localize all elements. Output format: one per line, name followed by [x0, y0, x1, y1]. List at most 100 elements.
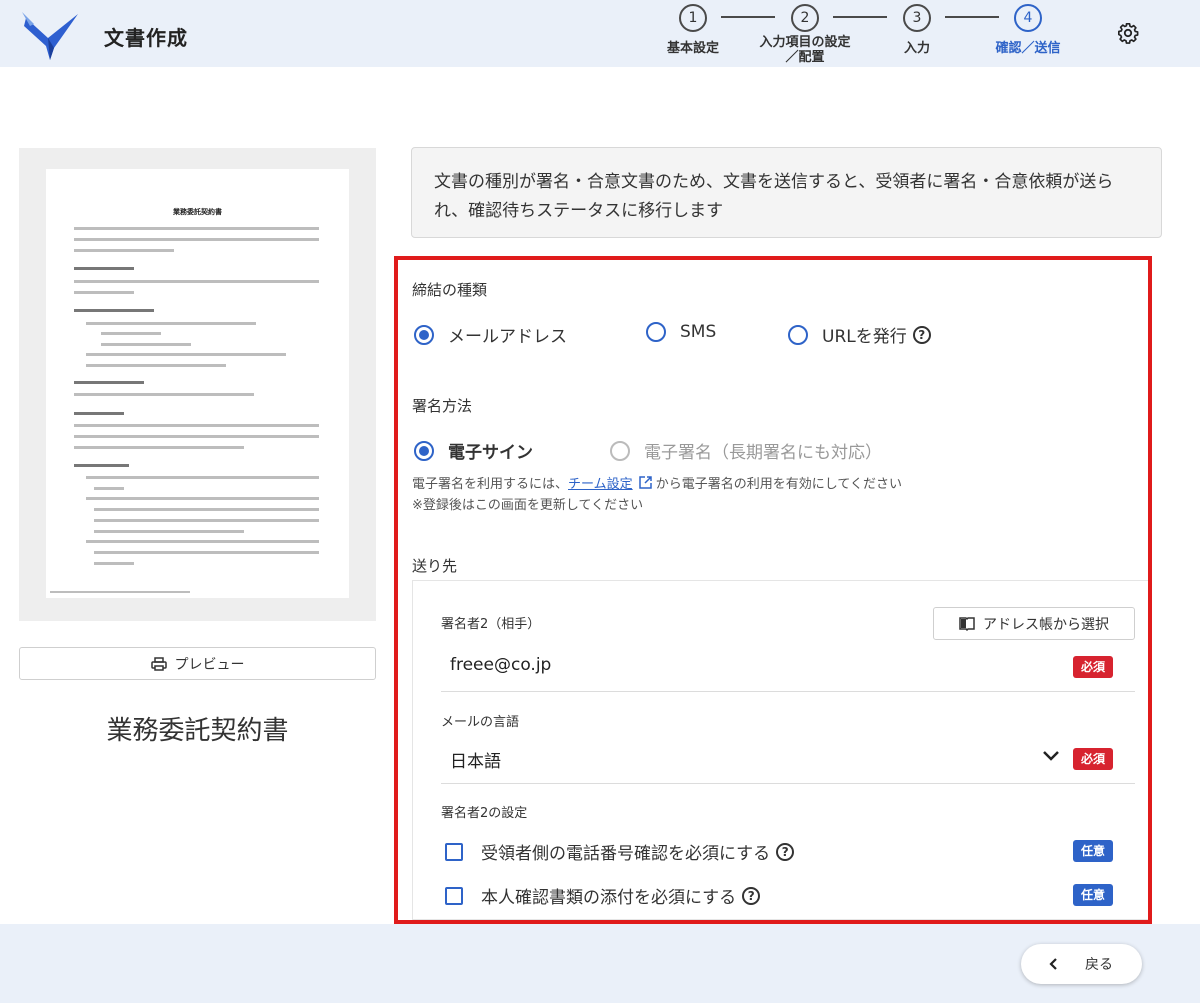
heading-line [74, 381, 144, 384]
book-icon [959, 616, 975, 631]
id-document-checkbox[interactable]: 本人確認書類の添付を必須にする ? [445, 883, 761, 908]
radio-digital-signature: 電子署名（長期署名にも対応） [610, 438, 882, 463]
step-number: 2 [791, 4, 819, 32]
language-label: メールの言語 [441, 715, 520, 730]
divider [441, 691, 1135, 692]
radio-url[interactable]: URLを発行 ? [788, 322, 931, 347]
text-line [74, 424, 319, 427]
radio-unselected-icon [646, 322, 666, 342]
optional-badge: 任意 [1073, 840, 1114, 862]
document-page-title: 業務委託契約書 [173, 208, 222, 216]
back-button[interactable]: 戻る [1021, 944, 1142, 984]
step-2[interactable]: 2 入力項目の設定 ／配置 [745, 4, 865, 65]
team-settings-link[interactable]: チーム設定 [568, 477, 633, 492]
destination-label: 送り先 [412, 557, 458, 575]
text-line [94, 530, 244, 533]
text-line [94, 562, 134, 565]
text-line [74, 238, 319, 241]
address-book-button[interactable]: アドレス帳から選択 [933, 607, 1135, 640]
heading-line [74, 267, 134, 270]
printer-icon [150, 656, 167, 671]
text-line [94, 487, 124, 490]
radio-selected-icon [414, 440, 434, 461]
step-label: 入力項目の設定 ／配置 [759, 35, 851, 65]
email-field[interactable]: freee@co.jp [450, 655, 551, 675]
heading-line [74, 464, 129, 467]
signer-label: 署名者2（相手） [441, 617, 541, 632]
heading-line [74, 309, 154, 312]
signer-settings-label: 署名者2の設定 [441, 806, 528, 821]
signature-note: 電子署名を利用するには、チーム設定 から電子署名の利用を有効にしてください ※登… [412, 474, 902, 516]
text-line [86, 364, 226, 367]
heading-line [74, 412, 124, 415]
step-number: 3 [903, 4, 931, 32]
note-text: ※登録後はこの画面を更新してください [412, 498, 644, 513]
help-icon[interactable]: ? [912, 325, 931, 344]
text-line [94, 551, 319, 554]
divider [441, 783, 1135, 784]
radio-email[interactable]: メールアドレス [414, 322, 567, 347]
radio-label: SMS [680, 322, 717, 342]
document-page: 業務委託契約書 [46, 169, 349, 598]
radio-unselected-icon [788, 324, 808, 345]
text-line [86, 322, 256, 325]
radio-label: メールアドレス [448, 327, 567, 347]
text-line [74, 291, 134, 294]
text-line [74, 227, 319, 230]
text-line [74, 446, 244, 449]
radio-label: 電子サイン [448, 443, 533, 463]
checkbox-icon [445, 842, 463, 861]
app-title: 文書作成 [104, 26, 188, 50]
chevron-left-icon [1049, 958, 1057, 970]
radio-label: 電子署名（長期署名にも対応） [644, 443, 882, 463]
signature-method-label: 署名方法 [412, 397, 473, 415]
footer-bar [0, 924, 1200, 1003]
external-link-icon [639, 476, 652, 489]
optional-badge: 任意 [1073, 884, 1114, 906]
checkbox-label: 本人確認書類の添付を必須にする [481, 888, 737, 908]
help-icon[interactable]: ? [742, 886, 761, 905]
required-badge: 必須 [1073, 748, 1114, 770]
text-line [74, 280, 319, 283]
note-text: 電子署名を利用するには、 [412, 477, 569, 492]
logo-icon [22, 12, 78, 60]
text-line [94, 519, 319, 522]
help-icon[interactable]: ? [776, 842, 795, 861]
language-select[interactable]: 日本語 [450, 747, 501, 772]
step-1[interactable]: 1 基本設定 [653, 4, 733, 56]
info-message: 文書の種別が署名・合意文書のため、文書を送信すると、受領者に署名・合意依頼が送ら… [411, 147, 1162, 238]
step-label: 入力 [903, 41, 930, 56]
step-4[interactable]: 4 確認／送信 [983, 4, 1073, 56]
text-line [74, 435, 319, 438]
step-label: 基本設定 [666, 41, 719, 56]
text-line [86, 540, 319, 543]
send-settings-panel: 締結の種類 メールアドレス SMS URLを発行 ? 署名方法 電子サイン 電子… [394, 256, 1152, 924]
required-badge: 必須 [1073, 656, 1114, 678]
text-line [74, 249, 174, 252]
radio-sms[interactable]: SMS [646, 322, 716, 342]
app-header: 文書作成 1 基本設定 2 入力項目の設定 ／配置 3 入力 4 確認／送信 [0, 0, 1200, 67]
radio-label: URLを発行 [822, 327, 907, 347]
gear-icon[interactable] [1117, 22, 1139, 44]
contract-type-label: 締結の種類 [412, 281, 488, 299]
address-book-label: アドレス帳から選択 [983, 616, 1109, 633]
checkbox-icon [445, 886, 463, 905]
preview-button[interactable]: プレビュー [19, 647, 376, 680]
preview-button-label: プレビュー [174, 656, 245, 673]
text-line [86, 476, 319, 479]
step-label: 確認／送信 [995, 41, 1061, 56]
text-line [101, 343, 191, 346]
text-line [86, 353, 286, 356]
document-title: 業務委託契約書 [106, 716, 289, 746]
step-number: 4 [1014, 4, 1042, 32]
note-text: から電子署名の利用を有効にしてください [655, 477, 903, 492]
checkbox-label: 受領者側の電話番号確認を必須にする [481, 844, 771, 864]
radio-disabled-icon [610, 440, 630, 461]
phone-verification-checkbox[interactable]: 受領者側の電話番号確認を必須にする ? [445, 839, 795, 864]
text-line [94, 508, 319, 511]
chevron-down-icon[interactable] [1042, 750, 1060, 762]
radio-e-sign[interactable]: 電子サイン [414, 438, 533, 463]
step-number: 1 [679, 4, 707, 32]
back-button-label: 戻る [1085, 957, 1113, 973]
step-3[interactable]: 3 入力 [877, 4, 957, 56]
